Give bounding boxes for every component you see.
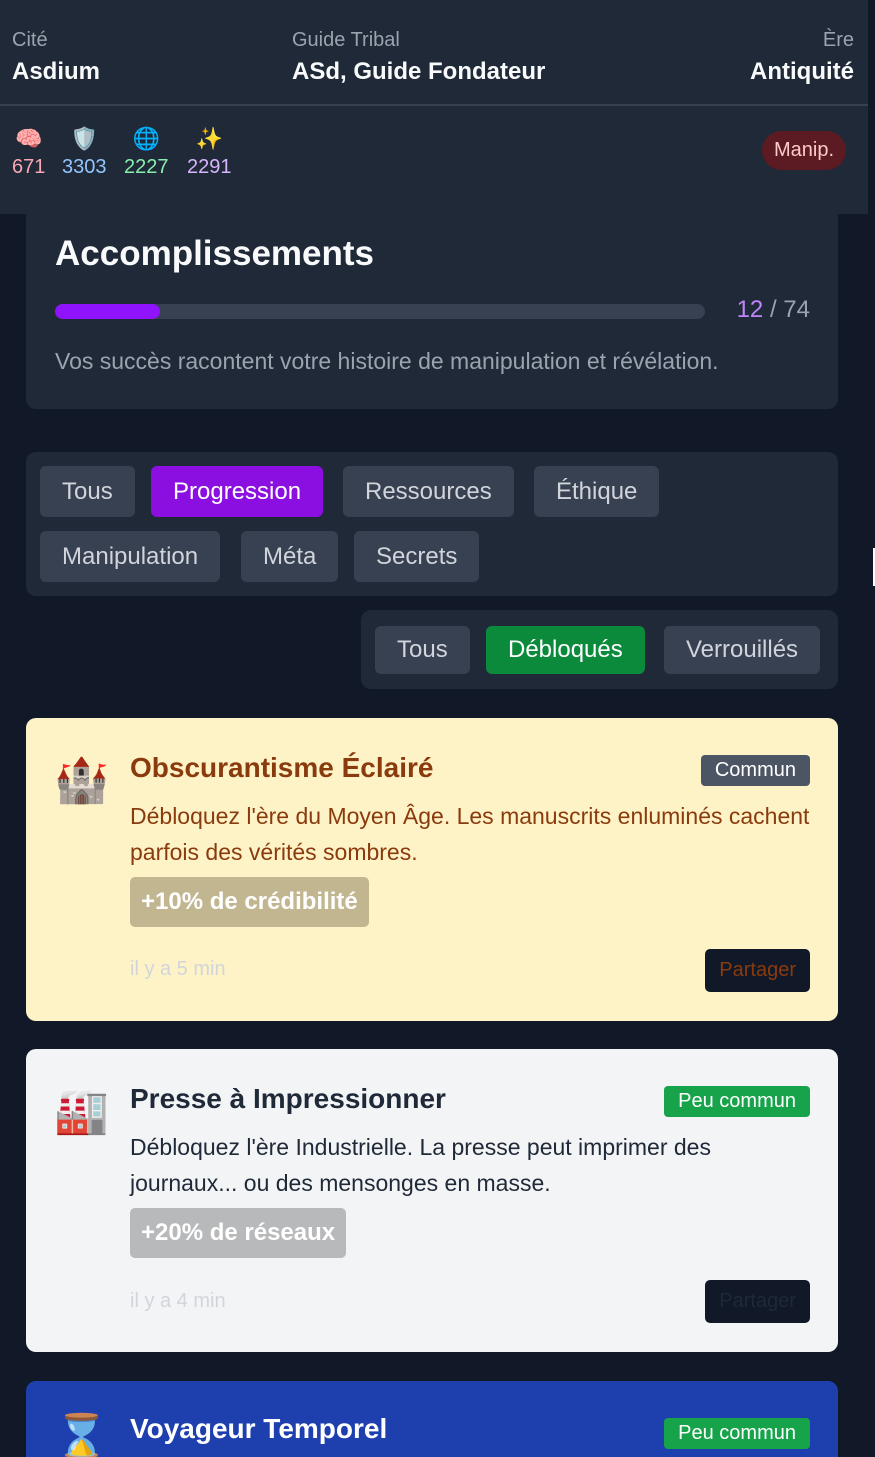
guide-info: Guide Tribal ASd, Guide Fondateur xyxy=(292,28,545,90)
stat-intelligence-value: 671 xyxy=(12,156,46,178)
achievement-card[interactable]: ⌛ Voyageur Temporel Peu commun xyxy=(26,1381,838,1457)
header-info-row: Cité Asdium Guide Tribal ASd, Guide Fond… xyxy=(0,0,868,106)
tab-ressources[interactable]: Ressources xyxy=(343,466,514,517)
count-separator: / xyxy=(763,296,784,323)
achievement-description: Débloquez l'ère du Moyen Âge. Les manusc… xyxy=(130,803,810,865)
achievement-title: Obscurantisme Éclairé xyxy=(130,752,434,783)
rarity-badge: Commun xyxy=(700,755,810,786)
globe-icon: 🌐 xyxy=(132,126,160,151)
tab-meta[interactable]: Méta xyxy=(241,531,339,582)
achievement-card[interactable]: 🏰 Obscurantisme Éclairé Commun Débloquez… xyxy=(26,718,838,1021)
achievement-title: Voyageur Temporel xyxy=(130,1413,388,1444)
unlocked-count: 12 xyxy=(736,296,764,323)
achievements-summary: Accomplissements 12 / 74 Vos succès raco… xyxy=(26,196,838,409)
achievement-card[interactable]: 🏭 Presse à Impressionner Peu commun Débl… xyxy=(26,1049,838,1352)
stat-magic: ✨ 2291 xyxy=(187,124,232,180)
hourglass-icon: ⌛ xyxy=(54,1413,109,1457)
stat-network-value: 2227 xyxy=(124,156,169,178)
achievements-description: Vos succès racontent votre histoire de m… xyxy=(55,348,719,374)
status-filter: Tous Débloqués Verrouillés xyxy=(361,610,838,689)
tab-manipulation[interactable]: Manipulation xyxy=(40,531,221,582)
brain-icon: 🧠 xyxy=(14,126,43,151)
guide-name: ASd, Guide Fondateur xyxy=(292,58,546,85)
rarity-badge: Peu commun xyxy=(664,1418,810,1449)
filter-unlocked[interactable]: Débloqués xyxy=(486,626,645,674)
tab-progression[interactable]: Progression xyxy=(151,466,324,517)
achievement-bonus: +10% de crédibilité xyxy=(130,877,369,927)
era-label: Ère xyxy=(822,29,854,51)
manipulation-mode-badge[interactable]: Manip. xyxy=(761,131,846,170)
era-info: Ère Antiquité xyxy=(750,28,854,90)
filter-all[interactable]: Tous xyxy=(375,626,470,674)
era-name: Antiquité xyxy=(750,58,854,85)
page-title: Accomplissements xyxy=(55,234,375,273)
tab-tous[interactable]: Tous xyxy=(40,466,135,517)
sparkles-icon: ✨ xyxy=(195,126,223,151)
share-button[interactable]: Partager xyxy=(705,1280,810,1323)
achievements-progress-bar xyxy=(55,304,705,319)
achievements-progress-fill xyxy=(55,304,161,319)
rarity-badge: Peu commun xyxy=(664,1086,810,1117)
stat-magic-value: 2291 xyxy=(187,156,232,178)
tab-secrets[interactable]: Secrets xyxy=(354,531,480,582)
achievement-bonus: +20% de réseaux xyxy=(130,1208,347,1258)
city-name: Asdium xyxy=(12,58,101,85)
castle-icon: 🏰 xyxy=(54,756,109,805)
total-count: 74 xyxy=(783,296,810,323)
tab-ethique[interactable]: Éthique xyxy=(534,466,660,517)
achievement-title: Presse à Impressionner xyxy=(130,1083,446,1114)
filter-locked[interactable]: Verrouillés xyxy=(664,626,821,674)
achievements-count: 12 / 74 xyxy=(737,296,810,324)
city-info: Cité Asdium xyxy=(12,28,100,90)
top-header: Cité Asdium Guide Tribal ASd, Guide Fond… xyxy=(0,0,868,214)
guide-label: Guide Tribal xyxy=(292,29,400,51)
stat-defense-value: 3303 xyxy=(62,156,107,178)
achievement-time: il y a 5 min xyxy=(130,958,226,980)
shield-icon: 🛡️ xyxy=(70,126,98,151)
achievement-description: Débloquez l'ère Industrielle. La presse … xyxy=(130,1134,711,1196)
stat-network: 🌐 2227 xyxy=(124,124,169,180)
share-button[interactable]: Partager xyxy=(705,949,810,992)
resource-row: 🧠 671 🛡️ 3303 🌐 2227 ✨ 2291 Manip. xyxy=(0,106,868,212)
stat-defense: 🛡️ 3303 xyxy=(62,124,107,180)
category-filter: Tous Progression Ressources Éthique Mani… xyxy=(26,452,838,596)
factory-icon: 🏭 xyxy=(54,1087,109,1136)
stat-intelligence: 🧠 671 xyxy=(12,124,45,180)
city-label: Cité xyxy=(12,29,48,51)
scrollbar[interactable] xyxy=(868,0,875,1457)
achievement-time: il y a 4 min xyxy=(130,1290,226,1312)
